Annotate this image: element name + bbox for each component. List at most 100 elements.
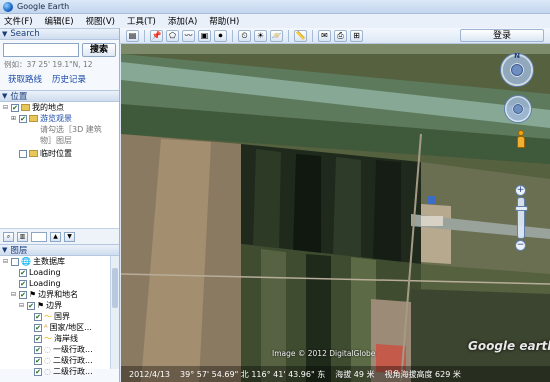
tree-label: 游览观景 [40,114,72,123]
places-item-sightseeing[interactable]: ⊞ ✔ 游览观景 [0,113,119,124]
layer-item[interactable]: ✔ ◌ 二级行政... [0,355,119,366]
checkbox[interactable]: ✔ [34,323,42,332]
checkbox[interactable]: ✔ [19,114,27,123]
sidebar-toggle-icon[interactable]: ▤ [126,29,139,42]
checkbox[interactable]: ✔ [34,312,42,321]
places-filter-input[interactable] [31,231,47,242]
collapse-icon[interactable]: ⊟ [2,104,9,111]
scrollbar-thumb[interactable] [112,268,118,308]
layer-item[interactable]: ✔ ◌ 一级行政... [0,344,119,355]
polygon-icon[interactable]: ⬠ [166,29,179,42]
get-directions-link[interactable]: 获取路线 [8,73,42,85]
zoom-in-button[interactable]: + [515,185,526,196]
map-view[interactable] [121,44,550,382]
collapse-icon[interactable]: ⊟ [2,258,9,265]
tour-icon[interactable]: ⏺ [214,29,227,42]
layers-header-label: 图层 [10,246,28,256]
look-navigator[interactable]: N [500,52,534,87]
menu-file[interactable]: 文件(F) [4,15,33,27]
look-joystick[interactable] [511,64,523,76]
view-in-maps-icon[interactable]: ⊞ [350,29,363,42]
checkbox[interactable]: ✔ [34,356,42,365]
email-icon[interactable]: ✉ [318,29,331,42]
layer-item[interactable]: ✔ Loading [0,278,119,289]
print-icon[interactable]: ⎙ [334,29,347,42]
planets-icon[interactable]: 🪐 [270,29,283,42]
menu-edit[interactable]: 编辑(E) [45,15,74,27]
layer-item[interactable]: ⊟ ✔ ⚑ 边界 [0,300,119,311]
layers-tree: ⊟ 🌐 主数据库 ✔ Loading ✔ Loading ⊟ ✔ ⚑ 边界和地名… [0,256,119,376]
collapse-icon[interactable]: ⊟ [18,302,25,309]
folder-icon [29,150,38,157]
street-view-pegman-icon[interactable] [516,130,526,150]
layer-item[interactable]: ✔ 〜 海岸线 [0,333,119,344]
places-item-temporary[interactable]: 临时位置 [0,148,119,159]
checkbox[interactable]: ✔ [11,103,19,112]
menu-help[interactable]: 帮助(H) [209,15,239,27]
search-button[interactable]: 搜索 [82,43,116,57]
placemark-icon[interactable]: 📌 [150,29,163,42]
collapse-icon[interactable]: ⊟ [10,291,17,298]
tree-label: 物］图层 [40,136,72,145]
checkbox[interactable] [11,257,19,266]
google-earth-logo-icon [3,1,13,12]
image-overlay-icon[interactable]: ▣ [198,29,211,42]
sunlight-icon[interactable]: ☀ [254,29,267,42]
checkbox[interactable]: ✔ [34,367,42,376]
menu-tools[interactable]: 工具(T) [127,15,156,27]
ground-elevation: 海拔 49 米 [335,369,375,379]
layers-panel-header[interactable]: ▼ 图层 [0,244,119,256]
checkbox[interactable]: ✔ [19,290,27,299]
tree-label: 主数据库 [32,257,65,266]
checkbox[interactable]: ✔ [34,334,42,343]
expand-icon[interactable]: ⊞ [10,115,17,122]
search-panel-header[interactable]: ▼ Search [0,28,119,40]
zoom-slider-knob[interactable] [515,206,528,211]
checkbox[interactable]: ✔ [19,279,27,288]
path-icon[interactable]: 〰 [182,29,195,42]
imagery-copyright: Image © 2012 DigitalGlobe [272,349,376,358]
move-down-icon[interactable]: ▼ [64,231,75,242]
layer-item[interactable]: ⊟ 🌐 主数据库 [0,256,119,267]
zoom-out-button[interactable]: − [515,240,526,251]
move-ring[interactable] [504,95,532,123]
checkbox[interactable]: ✔ [27,301,35,310]
layer-item[interactable]: ✔ 〜 国界 [0,311,119,322]
layer-item[interactable]: ✔ Loading [0,267,119,278]
tree-label: 二级行政... [52,356,93,365]
checkbox[interactable]: ✔ [34,345,42,354]
menu-view[interactable]: 视图(V) [86,15,115,27]
layer-item[interactable]: ✔ ᴬ 国家/地区... [0,322,119,333]
collapse-triangle-icon[interactable]: ▼ [2,246,7,254]
login-button[interactable]: 登录 [460,29,544,42]
history-link[interactable]: 历史记录 [52,73,86,85]
checkbox[interactable] [19,149,27,158]
north-indicator[interactable]: N [514,52,520,60]
layer-item[interactable]: ⊟ ✔ ⚑ 边界和地名 [0,289,119,300]
places-toolbar: ⌕ ▥ ▲ ▼ [0,228,119,244]
folder-icon [29,115,38,122]
show-panel-icon[interactable]: ▥ [17,231,28,242]
tree-label: 请勾选［3D 建筑 [40,125,102,134]
collapse-triangle-icon[interactable]: ▼ [2,30,7,38]
move-joystick[interactable] [513,104,523,114]
move-up-icon[interactable]: ▲ [50,231,61,242]
layer-item[interactable]: ✔ ◌ 二级行政... [0,366,119,377]
checkbox[interactable]: ✔ [19,268,27,277]
ruler-icon[interactable]: 📏 [294,29,307,42]
look-ring[interactable]: N [500,52,534,87]
collapse-triangle-icon[interactable]: ▼ [2,92,7,100]
admin-border-icon: ◌ [44,367,51,376]
places-item-note: 物］图层 [0,135,119,146]
menu-add[interactable]: 添加(A) [168,15,197,27]
move-navigator[interactable] [504,95,532,123]
admin-border-icon: ◌ [44,345,51,354]
historical-imagery-icon[interactable]: ⏲ [238,29,251,42]
search-places-icon[interactable]: ⌕ [3,231,14,242]
search-input[interactable] [3,43,79,57]
zoom-slider[interactable] [515,197,528,239]
layers-scrollbar[interactable] [110,256,119,369]
places-panel-header[interactable]: ▼ 位置 [0,90,119,102]
places-item-my-places[interactable]: ⊟ ✔ 我的地点 [0,102,119,113]
places-tree: ⊟ ✔ 我的地点 ⊞ ✔ 游览观景 请勾选［3D 建筑 物］图层 临时位置 [0,102,119,228]
